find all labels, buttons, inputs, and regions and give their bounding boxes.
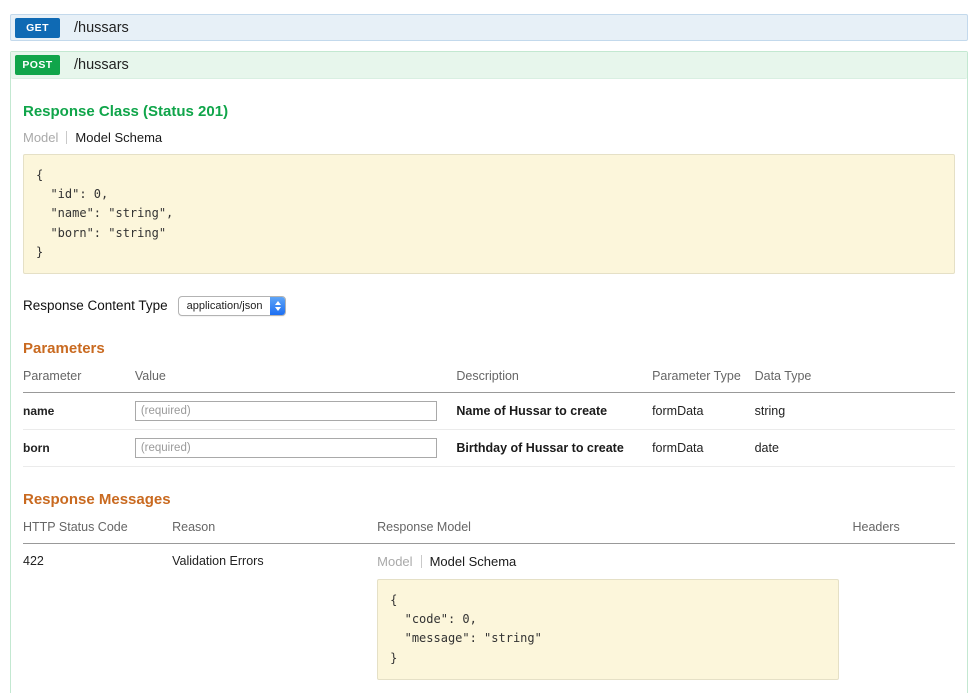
col-http-status-code: HTTP Status Code bbox=[23, 512, 172, 544]
tab-model-schema[interactable]: Model Schema bbox=[75, 130, 162, 145]
post-endpoint-panel: POST /hussars Response Class (Status 201… bbox=[10, 51, 968, 693]
post-endpoint-path[interactable]: /hussars bbox=[74, 57, 129, 73]
response-class-heading: Response Class (Status 201) bbox=[23, 103, 955, 120]
param-name: born bbox=[23, 429, 135, 466]
response-class-tabs: Model Model Schema bbox=[23, 130, 955, 145]
param-data-type: string bbox=[755, 392, 955, 429]
parameter-row-born: born Birthday of Hussar to create formDa… bbox=[23, 429, 955, 466]
response-reason: Validation Errors bbox=[172, 543, 377, 687]
select-stepper-icon bbox=[270, 297, 285, 315]
col-data-type: Data Type bbox=[755, 361, 955, 393]
tab-divider bbox=[421, 555, 422, 568]
tab-model-schema[interactable]: Model Schema bbox=[430, 554, 517, 569]
col-value: Value bbox=[135, 361, 457, 393]
response-model-schema: { "code": 0, "message": "string" } bbox=[377, 579, 839, 680]
parameter-row-name: name Name of Hussar to create formData s… bbox=[23, 392, 955, 429]
post-method-badge: POST bbox=[15, 55, 60, 75]
tab-model[interactable]: Model bbox=[23, 130, 58, 145]
tab-model[interactable]: Model bbox=[377, 554, 412, 569]
response-content-type-value: application/json bbox=[187, 300, 263, 312]
col-description: Description bbox=[456, 361, 652, 393]
param-name-input[interactable] bbox=[135, 401, 437, 421]
col-reason: Reason bbox=[172, 512, 377, 544]
tab-divider bbox=[66, 131, 67, 144]
param-data-type: date bbox=[755, 429, 955, 466]
param-description: Birthday of Hussar to create bbox=[456, 429, 652, 466]
response-messages-heading: Response Messages bbox=[23, 491, 955, 508]
get-method-badge: GET bbox=[15, 18, 60, 38]
col-parameter-type: Parameter Type bbox=[652, 361, 755, 393]
response-content-type-row: Response Content Type application/json bbox=[23, 296, 955, 316]
post-endpoint-content: Response Class (Status 201) Model Model S… bbox=[11, 79, 967, 693]
parameters-table: Parameter Value Description Parameter Ty… bbox=[23, 361, 955, 467]
post-endpoint-header[interactable]: POST /hussars bbox=[11, 52, 967, 79]
param-description: Name of Hussar to create bbox=[456, 392, 652, 429]
response-status-code: 422 bbox=[23, 543, 172, 687]
response-class-schema: { "id": 0, "name": "string", "born": "st… bbox=[23, 154, 955, 274]
parameters-heading: Parameters bbox=[23, 340, 955, 357]
col-response-model: Response Model bbox=[377, 512, 852, 544]
response-message-row-422: 422 Validation Errors ModelModel Schema … bbox=[23, 543, 955, 687]
response-messages-header-row: HTTP Status Code Reason Response Model H… bbox=[23, 512, 955, 544]
response-headers-cell bbox=[852, 543, 955, 687]
col-parameter: Parameter bbox=[23, 361, 135, 393]
param-name: name bbox=[23, 392, 135, 429]
response-content-type-select[interactable]: application/json bbox=[178, 296, 287, 316]
param-born-input[interactable] bbox=[135, 438, 437, 458]
get-endpoint-header[interactable]: GET /hussars bbox=[10, 14, 968, 41]
param-parameter-type: formData bbox=[652, 429, 755, 466]
response-content-type-label: Response Content Type bbox=[23, 298, 168, 313]
parameters-header-row: Parameter Value Description Parameter Ty… bbox=[23, 361, 955, 393]
col-headers: Headers bbox=[852, 512, 955, 544]
swagger-resource: GET /hussars POST /hussars Response Clas… bbox=[0, 0, 980, 693]
param-parameter-type: formData bbox=[652, 392, 755, 429]
get-endpoint-path[interactable]: /hussars bbox=[74, 20, 129, 36]
response-messages-table: HTTP Status Code Reason Response Model H… bbox=[23, 512, 955, 688]
response-model-tabs: Model Model Schema bbox=[377, 554, 844, 569]
